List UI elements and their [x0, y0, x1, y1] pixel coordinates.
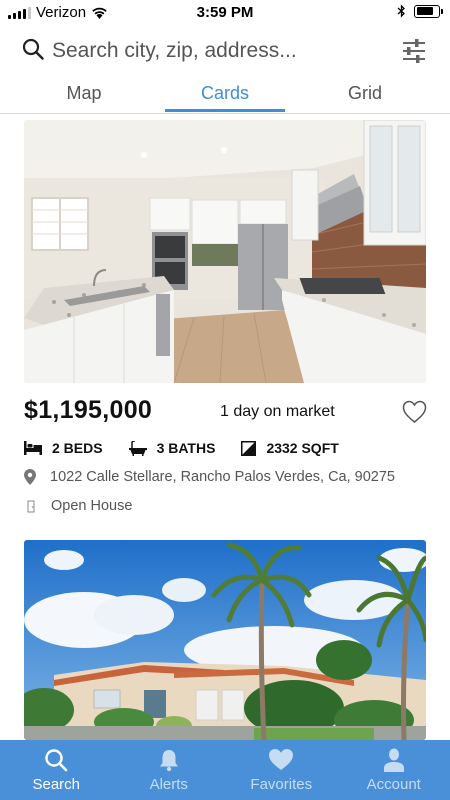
nav-search-label: Search	[32, 776, 81, 793]
search-bar	[0, 26, 450, 76]
status-time: 3:59 PM	[196, 4, 254, 21]
listing-price: $1,195,000	[24, 396, 153, 424]
bathtub-icon	[128, 440, 147, 456]
nav-search[interactable]: Search	[0, 740, 113, 800]
beds-stat: 2 BEDS	[24, 440, 103, 456]
heart-icon	[269, 749, 294, 770]
nav-account[interactable]: Account	[338, 740, 450, 800]
door-icon	[27, 500, 35, 512]
nav-favorites-label: Favorites	[250, 776, 313, 793]
sqft-label: 2332 SQFT	[266, 440, 339, 456]
open-house: Open House	[24, 498, 132, 514]
battery-level	[416, 7, 433, 15]
bottom-nav: Search Alerts Favorites Account	[0, 740, 450, 800]
view-tabs: Map Cards Grid	[0, 78, 450, 114]
listing-address: 1022 Calle Stellare, Rancho Palos Verdes…	[24, 469, 395, 485]
baths-stat: 3 BATHS	[128, 440, 216, 456]
open-house-label: Open House	[51, 498, 133, 514]
listing-stats: 2 BEDS 3 BATHS 2332 SQFT	[24, 438, 365, 458]
search-icon	[22, 38, 44, 60]
square-footage-icon	[241, 440, 257, 456]
days-on-market: 1 day on market	[220, 403, 335, 420]
listing-photo-kitchen[interactable]	[24, 120, 426, 383]
search-icon	[45, 749, 68, 772]
listing-photo-exterior[interactable]	[24, 540, 426, 740]
bluetooth-icon	[397, 4, 405, 18]
person-icon	[383, 748, 404, 772]
tab-cards[interactable]: Cards	[165, 78, 285, 112]
battery-icon	[414, 4, 443, 18]
nav-alerts[interactable]: Alerts	[113, 740, 226, 800]
beds-label: 2 BEDS	[52, 440, 103, 456]
bell-icon	[159, 750, 178, 772]
status-bar: Verizon 3:59 PM	[0, 0, 450, 26]
baths-label: 3 BATHS	[156, 440, 216, 456]
sqft-stat: 2332 SQFT	[241, 440, 339, 456]
listing-feed[interactable]: $1,195,000 1 day on market 2 BEDS 3 BATH…	[0, 114, 450, 740]
nav-account-label: Account	[366, 776, 421, 793]
address-text: 1022 Calle Stellare, Rancho Palos Verdes…	[50, 469, 395, 485]
tab-map[interactable]: Map	[24, 78, 144, 112]
filter-sliders-icon[interactable]	[400, 36, 428, 66]
bed-icon	[24, 441, 42, 455]
nav-alerts-label: Alerts	[149, 776, 188, 793]
heart-outline-icon[interactable]	[402, 400, 427, 424]
nav-favorites[interactable]: Favorites	[225, 740, 338, 800]
status-right	[397, 4, 443, 18]
search-input[interactable]	[52, 36, 382, 66]
map-pin-icon	[24, 469, 36, 485]
tab-grid[interactable]: Grid	[305, 78, 425, 112]
